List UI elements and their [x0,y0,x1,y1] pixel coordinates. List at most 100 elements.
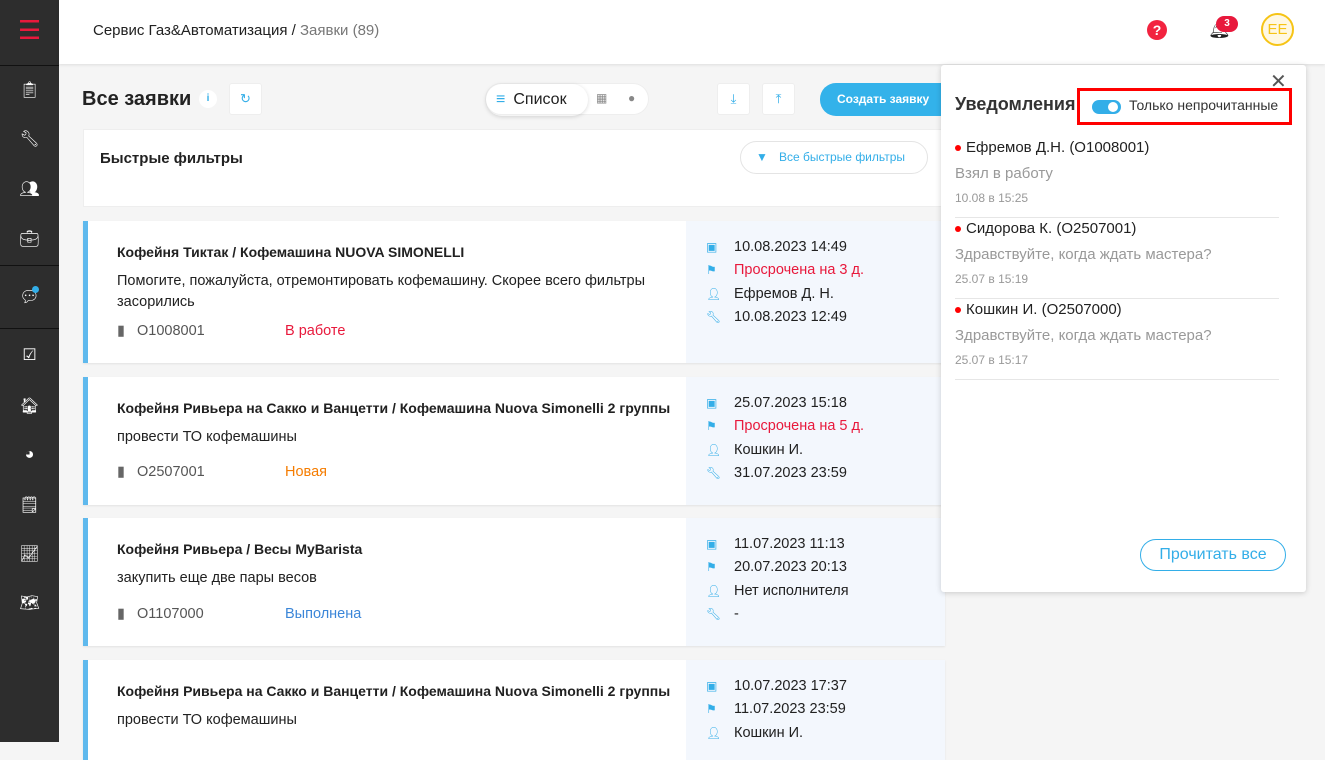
created-date: 10.08.2023 14:49 [734,238,847,255]
sidebar-item-users[interactable]: 👥︎ [0,169,59,209]
notification-item[interactable]: Кошкин И. (O2507000) Здравствуйте, когда… [955,301,1279,380]
ticket-number-value: O1008001 [136,323,205,339]
sidebar-item-portfolio[interactable]: 💼︎ [0,219,59,259]
clipboard-icon: ▮ [117,606,125,622]
ticket-number: ▮ O1008001 [117,323,205,339]
flag-icon: ⚑ [706,263,717,278]
users-icon: 👥︎ [19,181,40,198]
assignee: Нет исполнителя [734,582,849,599]
checklist-icon: ☑ [22,347,37,364]
sidebar-item-warehouse[interactable]: 🏠︎ [0,386,59,426]
assignee: Кошкин И. [734,441,804,458]
sidebar-item-reports[interactable]: ◕ [0,435,59,475]
upload-button[interactable]: ⤒ [762,83,795,115]
read-all-button[interactable]: Прочитать все [1140,539,1286,571]
ticket-card[interactable]: Кофейня Ривьера / Весы MyBarista закупит… [83,518,945,646]
breadcrumb: Сервис Газ&Автоматизация / Заявки (89) [93,22,379,39]
info-icon[interactable]: i [199,90,217,108]
help-icon[interactable]: ? [1147,20,1167,40]
sidebar-item-checklists[interactable]: ☑ [0,335,59,375]
list-icon: ≡ [496,91,506,108]
flag-icon: ⚑ [706,702,717,717]
create-ticket-button[interactable]: Создать заявку [820,83,945,116]
breadcrumb-current: Заявки (89) [299,22,380,39]
avatar[interactable]: EE [1261,13,1294,46]
notification-badge: 3 [1216,16,1238,32]
wrench-icon: 🔧︎ [706,466,722,481]
unread-only-toggle[interactable] [1092,100,1121,114]
deadline: Просрочена на 5 д. [734,418,865,435]
unread-only-label: Только непрочитанные [1129,97,1279,113]
sidebar-item-chat[interactable]: 💬︎ [0,277,59,317]
ticket-description: провести ТО кофемашины [117,712,297,728]
download-icon: ⤓ [730,91,737,106]
ticket-title: Кофейня Тиктак / Кофемашина NUOVA SIMONE… [117,244,465,260]
all-quick-filters-button[interactable]: ▼ Все быстрые фильтры [740,141,928,174]
analytics-icon: 📈︎ [19,546,40,563]
created-date: 10.07.2023 17:37 [734,677,847,694]
calendar-icon: ▣ [706,395,718,410]
unread-dot [955,225,961,232]
calendar-icon: ▣ [706,239,718,254]
sidebar-item-analytics[interactable]: 📈︎ [0,534,59,574]
page-title: Все заявки [82,88,192,110]
divider [0,65,59,66]
map-icon: 🗺︎ [19,595,40,612]
notification-author: Кошкин И. (O2507000) [966,301,1122,318]
assignee: Ефремов Д. Н. [734,285,834,302]
breadcrumb-company[interactable]: Сервис Газ&Автоматизация [93,22,287,39]
divider [0,265,59,266]
ticket-card[interactable]: Кофейня Ривьера на Сакко и Ванцетти / Ко… [83,660,945,760]
map-view-icon[interactable]: ● [628,91,635,105]
ticket-meta: ▣ 10.08.2023 14:49 ⚑ Просрочена на 3 д. 👤︎… [686,221,945,363]
notification-item[interactable]: Сидорова К. (O2507001) Здравствуйте, ког… [955,220,1279,299]
refresh-button[interactable]: ↻ [229,83,262,115]
table-view-icon[interactable]: ▦ [596,91,607,105]
briefcase-icon: 💼︎ [19,231,40,248]
all-quick-filters-label: Все быстрые фильтры [779,150,905,164]
unread-dot [955,306,961,313]
status-badge: Новая [285,464,327,480]
calendar-icon: ▣ [706,678,718,693]
notification-message: Здравствуйте, когда ждать мастера? [955,246,1212,263]
deadline: 11.07.2023 23:59 [734,701,846,718]
clipboard-icon: ▮ [117,323,125,339]
wrench-icon: 🔧︎ [706,310,722,325]
sidebar-item-documents[interactable]: 🗒︎ [0,485,59,525]
download-button[interactable]: ⤓ [717,83,750,115]
divider [0,328,59,329]
notifications-panel: ✕ Уведомления Только непрочитанные Ефрем… [941,65,1306,592]
notification-time: 25.07 в 15:17 [955,353,1029,367]
menu-icon[interactable]: ☰ [0,10,59,50]
flag-icon: ⚑ [706,560,717,575]
quick-filters-title: Быстрые фильтры [100,150,243,167]
deadline: Просрочена на 3 д. [734,262,865,279]
quick-filters: Быстрые фильтры ▼ Все быстрые фильтры [83,129,945,207]
unread-dot [955,144,961,151]
sidebar-item-service[interactable]: 🔧︎ [0,119,59,159]
view-list-button[interactable]: ≡ Список [486,84,588,116]
ticket-title: Кофейня Ривьера на Сакко и Ванцетти / Ко… [117,400,671,416]
ticket-meta: ▣ 10.07.2023 17:37 ⚑ 11.07.2023 23:59 👤︎ Ко… [686,660,945,760]
ticket-card[interactable]: Кофейня Ривьера на Сакко и Ванцетти / Ко… [83,377,945,505]
ticket-meta: ▣ 25.07.2023 15:18 ⚑ Просрочена на 5 д. 👤︎… [686,377,945,505]
breadcrumb-separator: / [287,22,300,39]
ticket-description: закупить еще две пары весов [117,570,317,586]
sidebar-item-tickets[interactable]: 📋︎ [0,70,59,110]
warehouse-icon: 🏠︎ [19,398,40,415]
ticket-description: Помогите, пожалуйста, отремонтировать ко… [117,273,646,310]
work-date: 10.08.2023 12:49 [734,309,847,326]
sidebar: ☰ 📋︎ 🔧︎ 👥︎ 💼︎ 💬︎ ☑ 🏠︎ ◕ 🗒︎ 📈︎ 🗺︎ [0,0,59,742]
notification-author: Сидорова К. (O2507001) [966,220,1137,237]
ticket-description: провести ТО кофемашины [117,429,297,445]
ticket-card[interactable]: Кофейня Тиктак / Кофемашина NUOVA SIMONE… [83,221,945,363]
created-date: 25.07.2023 15:18 [734,394,847,411]
sidebar-item-map[interactable]: 🗺︎ [0,583,59,623]
unread-dot [32,286,39,293]
ticket-meta: ▣ 11.07.2023 11:13 ⚑ 20.07.2023 20:13 👤︎ Не… [686,518,945,646]
worker-icon: 👤︎ [706,725,722,740]
deadline: 20.07.2023 20:13 [734,559,847,576]
calendar-icon: ▣ [706,536,718,551]
clipboard-icon: ▮ [117,464,125,480]
notification-item[interactable]: Ефремов Д.Н. (O1008001) Взял в работу 10… [955,139,1279,218]
